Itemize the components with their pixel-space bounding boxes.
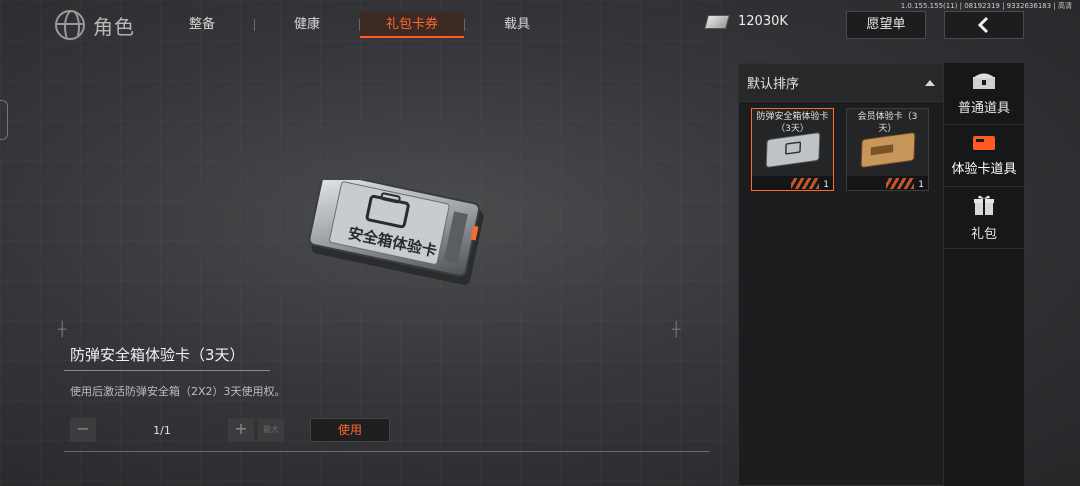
- back-button[interactable]: [944, 11, 1024, 39]
- divider: [64, 451, 710, 452]
- increase-button[interactable]: +: [228, 418, 254, 442]
- category-label: 普通道具: [957, 101, 1010, 116]
- inventory-slot[interactable]: 防弹安全箱体验卡（3天） 1: [751, 108, 834, 191]
- tab-equipment[interactable]: 整备: [150, 12, 254, 38]
- safe-box-card-thumbnail: [765, 132, 821, 168]
- category-normal-items[interactable]: 普通道具: [944, 63, 1024, 125]
- globe-icon: [55, 10, 85, 40]
- logo-text: 角色: [93, 14, 135, 39]
- slot-count: 1: [918, 180, 924, 190]
- collapse-arrow-icon[interactable]: [925, 79, 935, 86]
- currency-value: 12030K: [738, 14, 788, 29]
- crosshair-mark: ┼: [58, 322, 67, 338]
- use-button[interactable]: 使用: [310, 418, 390, 442]
- rarity-stripes: [791, 178, 819, 189]
- tab-gift-cards[interactable]: 礼包卡券: [360, 12, 464, 38]
- crosshair-mark: ┼: [672, 322, 681, 338]
- category-label: 体验卡道具: [951, 162, 1017, 177]
- inventory-slot[interactable]: 会员体验卡（3天） 1: [846, 108, 929, 191]
- divider: [64, 370, 270, 371]
- character-logo: 角色: [55, 10, 135, 40]
- category-label: 礼包: [970, 227, 997, 242]
- wishlist-button[interactable]: 愿望单: [846, 11, 926, 39]
- item-description: 使用后激活防弹安全箱（2X2）3天使用权。: [70, 385, 286, 398]
- slot-count: 1: [823, 180, 829, 190]
- max-button[interactable]: 最大: [258, 418, 284, 442]
- item-grid: 防弹安全箱体验卡（3天） 1 会员体验卡（3天） 1: [739, 102, 943, 191]
- quantity-stepper: − 1/1 + 最大 使用: [70, 418, 390, 442]
- category-gift-packs[interactable]: 礼包: [944, 187, 1024, 249]
- side-handle[interactable]: [0, 100, 8, 140]
- category-trial-cards[interactable]: 体验卡道具: [944, 125, 1024, 187]
- quantity-value: 1/1: [153, 423, 171, 437]
- currency-display: 12030K: [704, 14, 788, 29]
- inventory-panel: 默认排序 防弹安全箱体验卡（3天） 1 会员体验卡（3天） 1: [738, 63, 944, 486]
- card-icon: [973, 136, 995, 150]
- tab-health[interactable]: 健康: [255, 12, 359, 38]
- sort-dropdown[interactable]: 默认排序: [739, 64, 943, 102]
- gift-icon: [974, 195, 994, 215]
- top-bar: 角色 整备 健康 礼包卡券 载具 12030K 愿望单: [0, 10, 1080, 42]
- tab-vehicles[interactable]: 载具: [465, 12, 569, 38]
- category-panel: 普通道具 体验卡道具 礼包: [944, 63, 1024, 486]
- cash-icon: [704, 14, 730, 29]
- sort-label: 默认排序: [747, 77, 800, 92]
- item-title: 防弹安全箱体验卡（3天）: [70, 346, 245, 364]
- item-card-image: 安全箱体验卡: [308, 180, 484, 285]
- rarity-stripes: [886, 178, 914, 189]
- back-chevron-icon: [977, 16, 989, 34]
- vip-card-thumbnail: [860, 132, 916, 168]
- main-tabs: 整备 健康 礼包卡券 载具: [150, 12, 569, 38]
- chest-icon: [973, 73, 995, 89]
- decrease-button[interactable]: −: [70, 418, 96, 442]
